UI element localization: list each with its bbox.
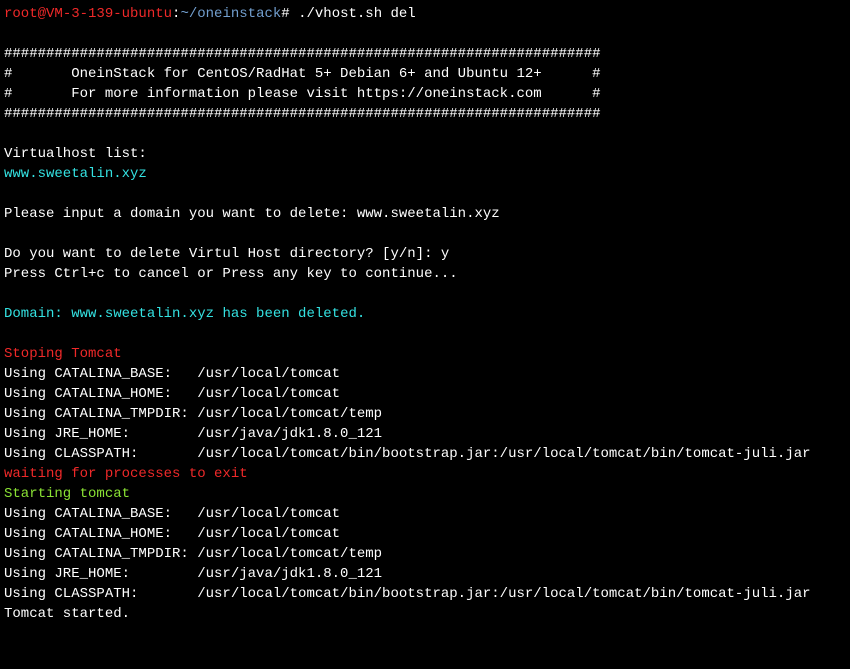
stopping-tomcat: Stoping Tomcat — [4, 346, 122, 362]
prompt-at: @ — [38, 6, 46, 22]
starting-tomcat: Starting tomcat — [4, 486, 130, 502]
deleted-prefix: Domain: — [4, 306, 71, 322]
env-line: Using CATALINA_HOME: /usr/local/tomcat — [4, 386, 340, 402]
waiting-line: waiting for processes to exit — [4, 466, 248, 482]
deleted-suffix: has been deleted. — [214, 306, 365, 322]
deleted-line: Domain: www.sweetalin.xyz has been delet… — [4, 306, 365, 322]
virtualhost-domain: www.sweetalin.xyz — [4, 166, 147, 182]
banner-border-bottom: ########################################… — [4, 106, 601, 122]
input-domain-line[interactable]: Please input a domain you want to delete… — [4, 206, 500, 222]
ctrlc-line: Press Ctrl+c to cancel or Press any key … — [4, 266, 458, 282]
env-line: Using CATALINA_BASE: /usr/local/tomcat — [4, 506, 340, 522]
env-line: Using CATALINA_HOME: /usr/local/tomcat — [4, 526, 340, 542]
env-line: Using JRE_HOME: /usr/java/jdk1.8.0_121 — [4, 426, 382, 442]
prompt-hash: # — [281, 6, 298, 22]
banner-line-2: # For more information please visit http… — [4, 86, 601, 102]
env-line: Using CATALINA_TMPDIR: /usr/local/tomcat… — [4, 406, 382, 422]
deleted-domain: www.sweetalin.xyz — [71, 306, 214, 322]
virtualhost-label: Virtualhost list: — [4, 146, 147, 162]
prompt-path: ~/oneinstack — [180, 6, 281, 22]
env-line: Using CATALINA_TMPDIR: /usr/local/tomcat… — [4, 546, 382, 562]
delete-confirm-line[interactable]: Do you want to delete Virtul Host direct… — [4, 246, 449, 262]
env-line: Using CLASSPATH: /usr/local/tomcat/bin/b… — [4, 446, 811, 462]
prompt-host: VM-3-139-ubuntu — [46, 6, 172, 22]
prompt-line: root@VM-3-139-ubuntu:~/oneinstack# ./vho… — [4, 6, 416, 22]
banner-border-top: ########################################… — [4, 46, 601, 62]
env-line: Using JRE_HOME: /usr/java/jdk1.8.0_121 — [4, 566, 382, 582]
banner-line-1: # OneinStack for CentOS/RadHat 5+ Debian… — [4, 66, 601, 82]
env-line: Using CATALINA_BASE: /usr/local/tomcat — [4, 366, 340, 382]
command-text[interactable]: ./vhost.sh del — [298, 6, 416, 22]
env-line: Using CLASSPATH: /usr/local/tomcat/bin/b… — [4, 586, 811, 602]
tomcat-started: Tomcat started. — [4, 606, 130, 622]
prompt-user: root — [4, 6, 38, 22]
